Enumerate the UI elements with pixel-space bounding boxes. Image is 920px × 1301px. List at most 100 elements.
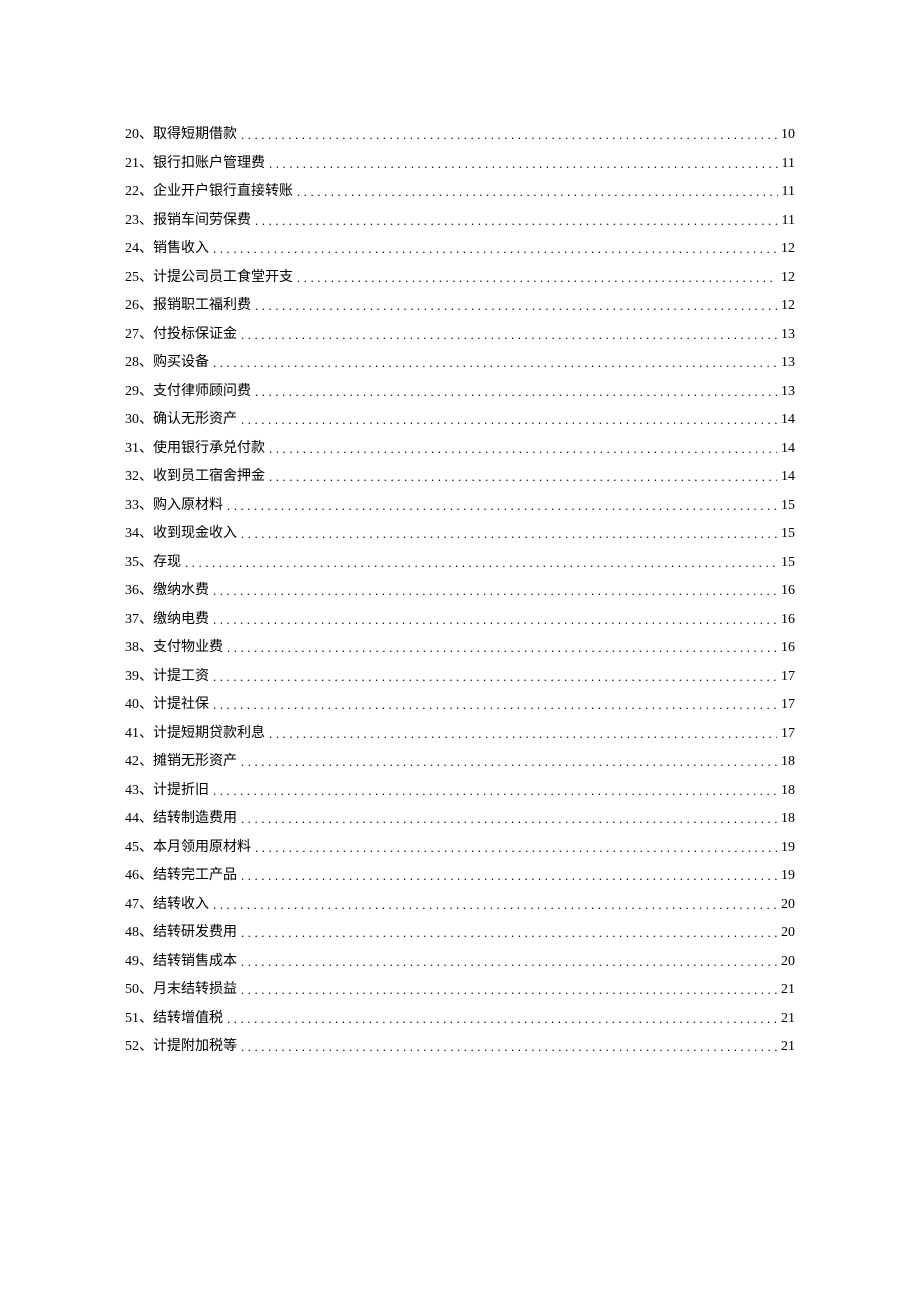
toc-dots — [269, 150, 778, 178]
toc-dots — [213, 777, 777, 805]
toc-dots — [213, 235, 777, 263]
toc-entry: 21、银行扣账户管理费11 — [125, 149, 795, 178]
toc-entry: 34、收到现金收入 15 — [125, 519, 795, 548]
toc-entry-page: 18 — [781, 748, 795, 776]
toc-entry-page: 11 — [782, 178, 795, 206]
toc-dots — [255, 378, 777, 406]
toc-entry-label: 51、结转增值税 — [125, 1005, 223, 1033]
toc-dots — [255, 292, 777, 320]
toc-entry-page: 20 — [781, 891, 795, 919]
toc-entry: 22、企业开户银行直接转账 11 — [125, 177, 795, 206]
toc-entry-page: 18 — [781, 805, 795, 833]
toc-entry-label: 25、计提公司员工食堂开支 — [125, 264, 293, 292]
toc-dots — [241, 948, 777, 976]
toc-entry: 28、购买设备 13 — [125, 348, 795, 377]
toc-entry-page: 14 — [781, 406, 795, 434]
toc-entry-page: 16 — [781, 577, 795, 605]
toc-entry: 33、购入原材料 15 — [125, 491, 795, 520]
toc-entry: 36、缴纳水费 16 — [125, 576, 795, 605]
toc-entry: 47、结转收入 20 — [125, 890, 795, 919]
toc-entry: 23、报销车间劳保费 11 — [125, 206, 795, 235]
toc-entry: 30、确认无形资产 14 — [125, 405, 795, 434]
toc-dots — [241, 919, 777, 947]
toc-entry: 26、报销职工福利费 12 — [125, 291, 795, 320]
toc-dots — [241, 321, 777, 349]
toc-entry-label: 30、确认无形资产 — [125, 406, 237, 434]
toc-entry-page: 17 — [781, 663, 795, 691]
toc-entry-page: 19 — [781, 862, 795, 890]
toc-entry-page: 13 — [781, 378, 795, 406]
toc-entry-page: 12 — [781, 264, 795, 292]
toc-dots — [213, 691, 777, 719]
toc-entry-label: 36、缴纳水费 — [125, 577, 209, 605]
toc-entry-page: 14 — [781, 435, 795, 463]
toc-entry: 29、支付律师顾问费 13 — [125, 377, 795, 406]
toc-entry: 32、收到员工宿舍押金 14 — [125, 462, 795, 491]
toc-entry-label: 32、收到员工宿舍押金 — [125, 463, 265, 491]
toc-entry-page: 15 — [781, 492, 795, 520]
toc-dots — [241, 862, 777, 890]
toc-entry: 41、计提短期贷款利息17 — [125, 719, 795, 748]
toc-dots — [269, 435, 777, 463]
toc-entry-label: 34、收到现金收入 — [125, 520, 237, 548]
toc-entry-label: 31、使用银行承兑付款 — [125, 435, 265, 463]
toc-entry-label: 35、存现 — [125, 549, 181, 577]
toc-entry-page: 10 — [781, 121, 795, 149]
toc-entry-label: 41、计提短期贷款利息 — [125, 720, 265, 748]
toc-dots — [227, 492, 777, 520]
toc-dots — [255, 207, 778, 235]
toc-entry-label: 22、企业开户银行直接转账 — [125, 178, 293, 206]
toc-entry: 45、本月领用原材料19 — [125, 833, 795, 862]
toc-dots — [213, 891, 777, 919]
toc-dots — [297, 178, 778, 206]
toc-entry: 46、结转完工产品 19 — [125, 861, 795, 890]
toc-entry-page: 14 — [781, 463, 795, 491]
toc-dots — [227, 634, 777, 662]
toc-entry-page: 11 — [782, 207, 795, 235]
toc-dots — [241, 406, 777, 434]
toc-entry: 24、销售收入12 — [125, 234, 795, 263]
toc-entry-label: 37、缴纳电费 — [125, 606, 209, 634]
toc-dots — [213, 577, 777, 605]
toc-entry-page: 12 — [781, 292, 795, 320]
toc-entry-label: 33、购入原材料 — [125, 492, 223, 520]
toc-entry-label: 46、结转完工产品 — [125, 862, 237, 890]
toc-entry-label: 48、结转研发费用 — [125, 919, 237, 947]
toc-entry-label: 42、摊销无形资产 — [125, 748, 237, 776]
toc-entry: 27、付投标保证金13 — [125, 320, 795, 349]
toc-entry: 37、缴纳电费 16 — [125, 605, 795, 634]
toc-dots — [213, 349, 777, 377]
toc-entry: 48、结转研发费用20 — [125, 918, 795, 947]
toc-dots — [241, 121, 777, 149]
toc-entry-page: 16 — [781, 606, 795, 634]
toc-entry-label: 29、支付律师顾问费 — [125, 378, 251, 406]
toc-entry-label: 26、报销职工福利费 — [125, 292, 251, 320]
toc-dots — [269, 720, 777, 748]
toc-entry-label: 47、结转收入 — [125, 891, 209, 919]
toc-dots — [241, 520, 777, 548]
toc-dots — [185, 549, 777, 577]
toc-entry-page: 13 — [781, 321, 795, 349]
toc-entry-page: 13 — [781, 349, 795, 377]
toc-entry: 35、存现15 — [125, 548, 795, 577]
toc-dots — [227, 1005, 777, 1033]
toc-entry-label: 23、报销车间劳保费 — [125, 207, 251, 235]
toc-entry: 49、结转销售成本20 — [125, 947, 795, 976]
toc-entry-page: 21 — [781, 1033, 795, 1061]
toc-dots — [241, 976, 777, 1004]
toc-entry: 20、取得短期借款 10 — [125, 120, 795, 149]
toc-entry-page: 15 — [781, 520, 795, 548]
toc-entry-label: 43、计提折旧 — [125, 777, 209, 805]
toc-entry: 38、支付物业费16 — [125, 633, 795, 662]
toc-entry-label: 50、月末结转损益 — [125, 976, 237, 1004]
toc-dots — [213, 606, 777, 634]
toc-entry-page: 21 — [781, 1005, 795, 1033]
toc-entry-label: 28、购买设备 — [125, 349, 209, 377]
toc-entry-page: 21 — [781, 976, 795, 1004]
toc-entry-page: 19 — [781, 834, 795, 862]
toc-entry-label: 20、取得短期借款 — [125, 121, 237, 149]
toc-dots — [255, 834, 777, 862]
toc-dots — [241, 805, 777, 833]
toc-entry: 50、月末结转损益 21 — [125, 975, 795, 1004]
toc-entry-label: 44、结转制造费用 — [125, 805, 237, 833]
